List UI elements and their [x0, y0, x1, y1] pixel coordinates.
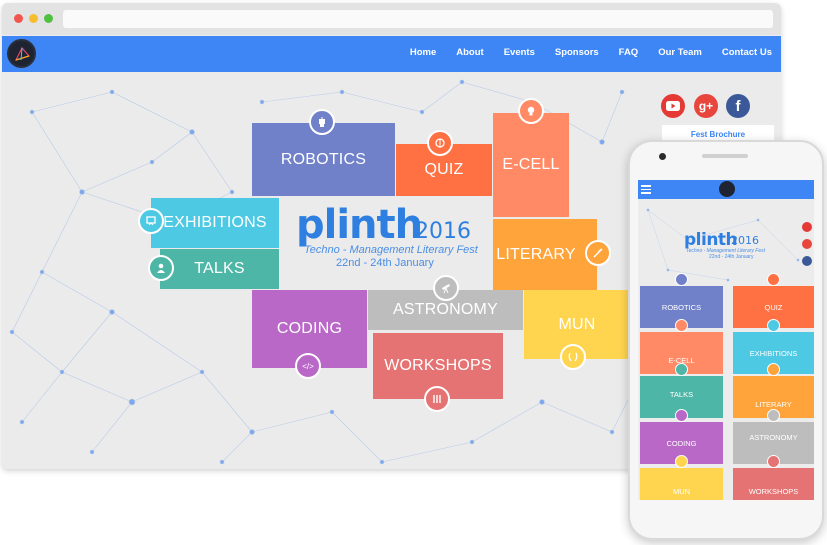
nav-link-about[interactable]: About — [456, 47, 483, 58]
nav-link-sponsors[interactable]: Sponsors — [555, 47, 599, 58]
phone-code-icon — [675, 409, 688, 422]
phone-google-plus-icon[interactable] — [802, 239, 812, 249]
code-icon-glyph: </> — [302, 361, 314, 371]
tile-ecell[interactable]: E-CELL — [493, 113, 569, 217]
tile-astronomy-label: ASTRONOMY — [393, 301, 498, 318]
phone-speaker — [702, 154, 748, 158]
phone-tile-label: ASTRONOMY — [749, 432, 798, 442]
phone-plinth-year: 2016 — [731, 234, 759, 247]
plinth-brand: plinth 2016 Techno - Management Literary… — [296, 202, 486, 272]
phone-brain-icon — [767, 273, 780, 286]
tile-mun-label: MUN — [558, 315, 596, 333]
phone-tile-label: EXHIBITIONS — [749, 348, 798, 358]
idea-icon — [518, 98, 544, 124]
phone-tile-label: LITERARY — [755, 399, 792, 409]
plinth-dates: 22nd - 24th January — [336, 257, 434, 269]
phone-camera — [659, 153, 666, 160]
phone-quill-icon — [767, 363, 780, 376]
telescope-icon — [433, 275, 459, 301]
youtube-icon[interactable] — [661, 94, 685, 118]
tile-literary-label: LITERARY — [496, 245, 576, 263]
phone-navbar — [638, 180, 814, 199]
browser-toolbar — [2, 3, 781, 35]
phone-tile-label: WORKSHOPS — [748, 486, 799, 496]
phone-logo-icon[interactable] — [719, 181, 735, 197]
phone-tile-workshops[interactable]: WORKSHOPS — [733, 468, 814, 500]
facebook-icon[interactable]: f — [726, 94, 750, 118]
close-window-dot[interactable] — [14, 14, 23, 23]
phone-tile-label: MUN — [672, 486, 691, 496]
tile-talks[interactable]: TALKS — [160, 249, 279, 289]
minimize-window-dot[interactable] — [29, 14, 38, 23]
facebook-label: f — [735, 97, 741, 115]
nav-links: Home About Events Sponsors FAQ Our Team … — [390, 47, 772, 58]
phone-tile-label: QUIZ — [764, 302, 783, 312]
mockup-stage: Home About Events Sponsors FAQ Our Team … — [0, 0, 827, 545]
phone-mockup: plinth 2016 Techno - Management Literary… — [628, 140, 824, 540]
phone-speaker-icon — [675, 363, 688, 376]
address-bar[interactable] — [63, 10, 773, 28]
plinth-year: 2016 — [415, 219, 471, 244]
logo-icon[interactable] — [7, 39, 36, 68]
phone-tile-mun[interactable]: MUN — [640, 468, 723, 500]
tile-exhibitions[interactable]: EXHIBITIONS — [151, 198, 279, 248]
nav-link-home[interactable]: Home — [410, 47, 436, 58]
phone-idea-icon — [675, 319, 688, 332]
plinth-wordmark: plinth — [296, 202, 423, 248]
brain-icon — [427, 130, 453, 156]
speaker-icon — [148, 255, 174, 281]
tile-coding-label: CODING — [276, 320, 343, 337]
phone-laurel-icon — [675, 455, 688, 468]
phone-plinth-dates: 22nd - 24th January — [709, 254, 754, 260]
phone-tile-label: CODING — [666, 438, 697, 448]
google-plus-icon[interactable]: g+ — [694, 94, 718, 118]
tile-talks-label: TALKS — [194, 260, 245, 277]
nav-link-our-team[interactable]: Our Team — [658, 47, 702, 58]
phone-telescope-icon — [767, 409, 780, 422]
maximize-window-dot[interactable] — [44, 14, 53, 23]
phone-tools-icon — [767, 455, 780, 468]
tile-quiz-label: QUIZ — [424, 161, 464, 178]
code-icon: </> — [295, 353, 321, 379]
phone-facebook-icon[interactable] — [802, 256, 812, 266]
hamburger-menu-icon[interactable] — [641, 185, 651, 194]
phone-robot-icon — [675, 273, 688, 286]
tile-workshops-label: WORKSHOPS — [384, 357, 492, 374]
laurel-icon — [560, 344, 586, 370]
nav-link-contact-us[interactable]: Contact Us — [722, 47, 772, 58]
tile-literary[interactable]: LITERARY — [493, 219, 597, 290]
phone-screen: plinth 2016 Techno - Management Literary… — [638, 180, 814, 500]
tile-exhibitions-label: EXHIBITIONS — [163, 214, 267, 231]
brochure-label: Fest Brochure — [690, 130, 746, 139]
tile-robotics-label: ROBOTICS — [280, 150, 367, 168]
site-navbar: Home About Events Sponsors FAQ Our Team … — [2, 36, 781, 72]
nav-link-events[interactable]: Events — [504, 47, 535, 58]
tools-icon — [424, 386, 450, 412]
exhibit-icon — [138, 208, 164, 234]
plinth-tagline: Techno - Management Literary Fest — [304, 244, 478, 256]
robot-icon — [309, 109, 335, 135]
nav-link-faq[interactable]: FAQ — [619, 47, 639, 58]
phone-plinth-wordmark: plinth — [684, 230, 738, 250]
phone-exhibit-icon — [767, 319, 780, 332]
quill-icon — [585, 240, 611, 266]
tile-ecell-label: E-CELL — [502, 156, 560, 173]
google-plus-label: g+ — [698, 99, 714, 113]
phone-tile-label: ROBOTICS — [661, 302, 702, 312]
phone-tile-label: TALKS — [669, 389, 694, 399]
phone-youtube-icon[interactable] — [802, 222, 812, 232]
